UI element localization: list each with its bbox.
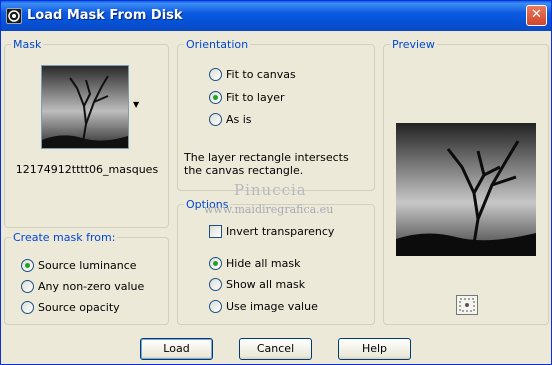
radio-label: As is (226, 112, 252, 126)
radio-indicator[interactable] (209, 277, 222, 291)
radio-label: Source luminance (38, 258, 137, 272)
radio-indicator[interactable] (21, 258, 34, 272)
fit-to-layer-radio[interactable]: Fit to layer (209, 89, 285, 105)
radio-label: Source opacity (38, 300, 120, 314)
source-opacity-radio[interactable]: Source opacity (21, 299, 120, 315)
radio-label: Show all mask (226, 277, 306, 291)
mask-group: Mask ▼ 12174912tttt06_masques (4, 38, 169, 228)
show-all-mask-radio[interactable]: Show all mask (209, 276, 305, 292)
watermark-name: Pinuccia (234, 181, 307, 199)
any-non-zero-value-radio[interactable]: Any non-zero value (21, 278, 144, 294)
radio-indicator[interactable] (209, 299, 222, 313)
radio-indicator[interactable] (21, 300, 34, 314)
mask-legend: Mask (11, 38, 44, 51)
preview-group: Preview (383, 38, 549, 325)
radio-indicator[interactable] (209, 256, 222, 270)
help-button[interactable]: Help (338, 338, 411, 360)
mask-file-name: 12174912tttt06_masques (15, 163, 159, 176)
radio-indicator[interactable] (21, 279, 34, 293)
fit-to-canvas-radio[interactable]: Fit to canvas (209, 66, 296, 82)
radio-label: Hide all mask (226, 256, 301, 270)
title-bar[interactable]: Load Mask From Disk ✕ (1, 1, 551, 31)
preview-image (396, 123, 536, 257)
load-mask-dialog: Load Mask From Disk ✕ Mask ▼ 12174912ttt… (0, 0, 552, 365)
cancel-button[interactable]: Cancel (239, 338, 312, 360)
orientation-description: The layer rectangle intersects the canva… (184, 151, 349, 177)
app-icon (6, 8, 22, 24)
as-is-radio[interactable]: As is (209, 111, 252, 127)
orientation-legend: Orientation (184, 38, 251, 51)
radio-label: Fit to canvas (226, 67, 296, 81)
watermark-url: www.maidiregrafica.eu (204, 203, 334, 216)
radio-label: Any non-zero value (38, 279, 145, 293)
source-luminance-radio[interactable]: Source luminance (21, 257, 137, 273)
hide-all-mask-radio[interactable]: Hide all mask (209, 255, 300, 271)
orientation-group: Orientation Fit to canvas Fit to layer A… (177, 38, 375, 191)
radio-indicator[interactable] (209, 90, 222, 104)
load-button[interactable]: Load (140, 338, 213, 360)
use-image-value-radio[interactable]: Use image value (209, 298, 318, 314)
options-group: Options Invert transparency Hide all mas… (177, 198, 375, 325)
mask-thumbnail[interactable] (41, 65, 129, 149)
mask-dropdown-arrow[interactable]: ▼ (133, 100, 139, 109)
create-mask-from-legend: Create mask from: (11, 231, 118, 244)
radio-indicator[interactable] (209, 112, 222, 126)
checkbox-label: Invert transparency (226, 224, 335, 238)
close-button[interactable]: ✕ (526, 5, 547, 26)
zoom-fit-icon[interactable] (456, 295, 478, 315)
window-title: Load Mask From Disk (27, 8, 183, 23)
radio-indicator[interactable] (209, 67, 222, 81)
preview-legend: Preview (390, 38, 437, 51)
checkbox-indicator[interactable] (209, 224, 222, 238)
radio-label: Fit to layer (226, 90, 285, 104)
radio-label: Use image value (226, 299, 318, 313)
invert-transparency-checkbox[interactable]: Invert transparency (209, 223, 334, 239)
create-mask-from-group: Create mask from: Source luminance Any n… (4, 231, 169, 325)
